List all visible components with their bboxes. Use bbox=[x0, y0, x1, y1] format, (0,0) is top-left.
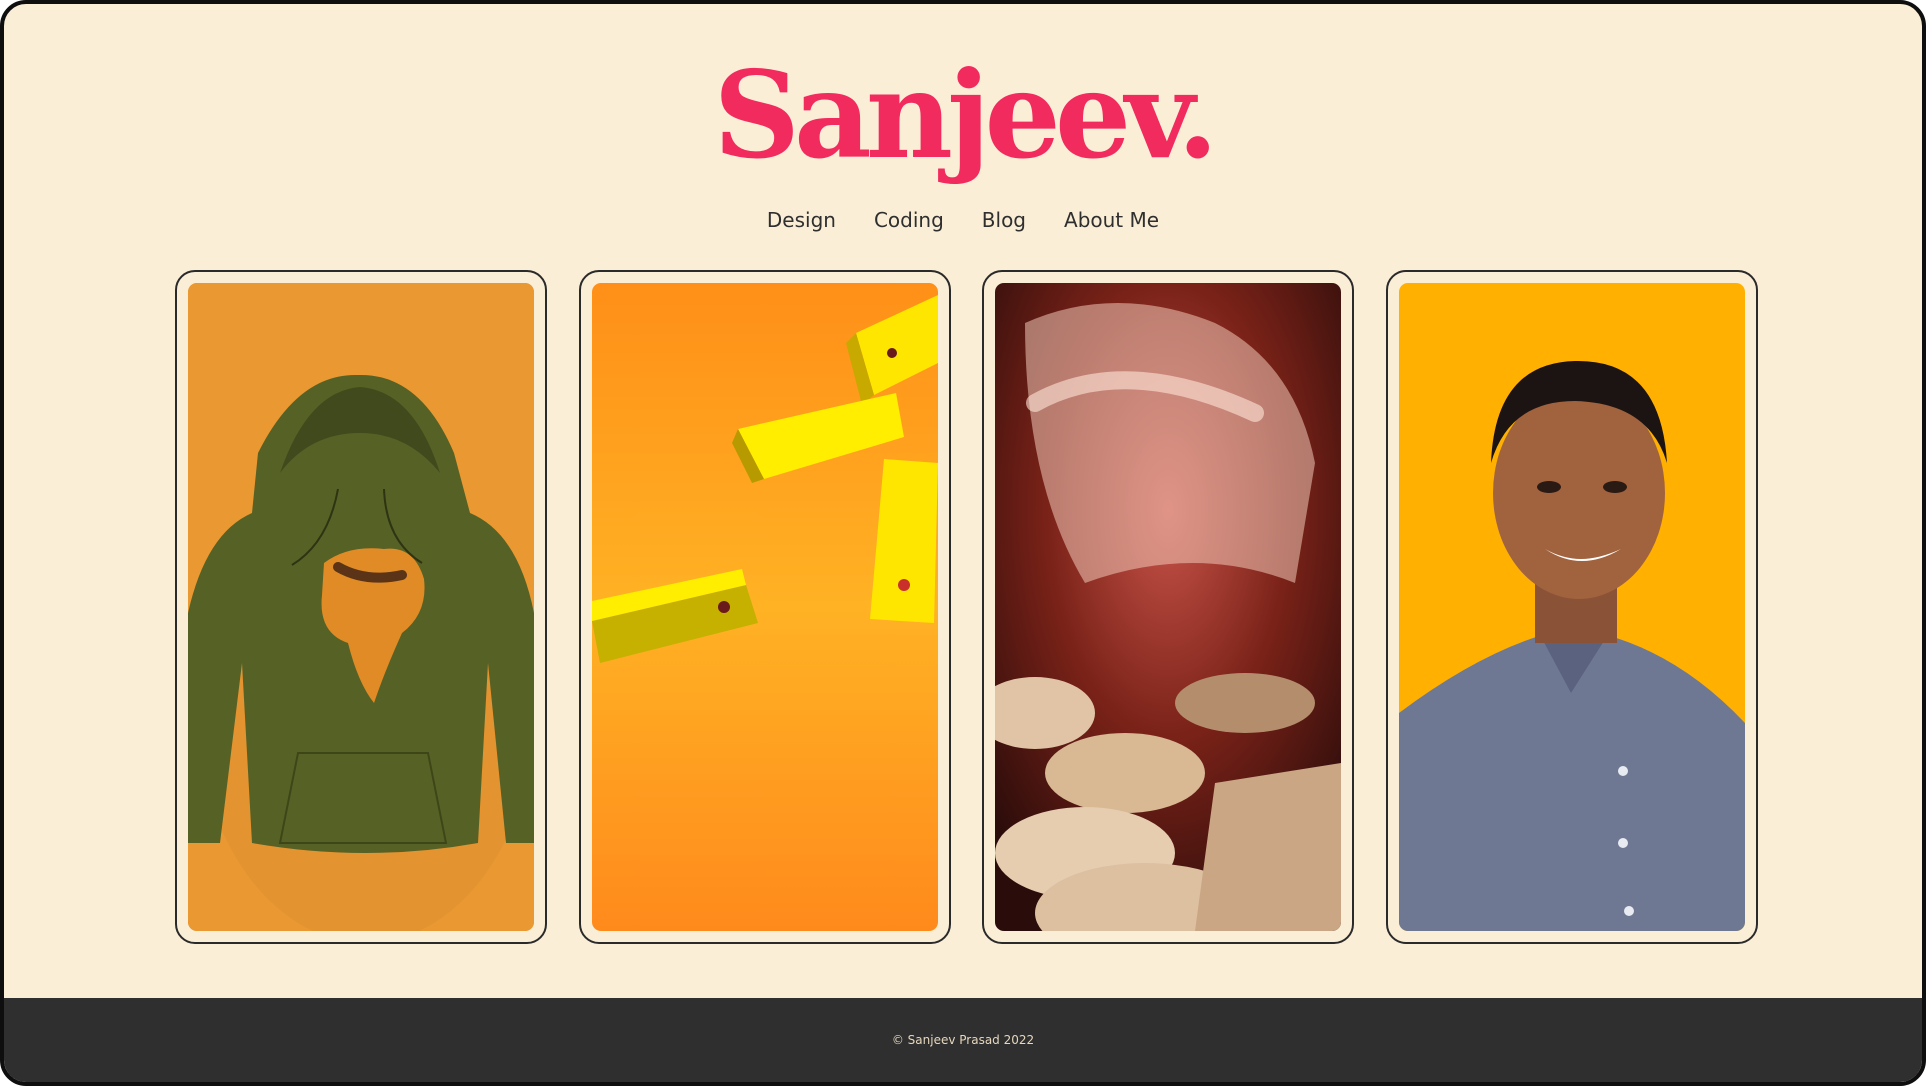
blocks-animation-image bbox=[592, 283, 938, 931]
footer-copyright: © Sanjeev Prasad 2022 bbox=[891, 1033, 1035, 1047]
nav-link-design[interactable]: Design bbox=[767, 208, 836, 232]
keyboard-typing-image bbox=[995, 283, 1341, 931]
page-frame: Sanjeev. Design Coding Blog About Me © S… bbox=[0, 0, 1926, 1086]
site-logo[interactable]: Sanjeev. bbox=[4, 46, 1922, 186]
project-card-design[interactable] bbox=[175, 270, 547, 944]
project-card-coding[interactable] bbox=[579, 270, 951, 944]
project-card-about-me[interactable] bbox=[1386, 270, 1758, 944]
nav-link-about-me[interactable]: About Me bbox=[1064, 208, 1159, 232]
project-card-blog[interactable] bbox=[982, 270, 1354, 944]
hoodie-image bbox=[188, 283, 534, 931]
main-nav: Design Coding Blog About Me bbox=[4, 208, 1922, 232]
nav-link-blog[interactable]: Blog bbox=[982, 208, 1026, 232]
site-footer: © Sanjeev Prasad 2022 bbox=[4, 998, 1922, 1082]
nav-link-coding[interactable]: Coding bbox=[874, 208, 944, 232]
portrait-image bbox=[1399, 283, 1745, 931]
